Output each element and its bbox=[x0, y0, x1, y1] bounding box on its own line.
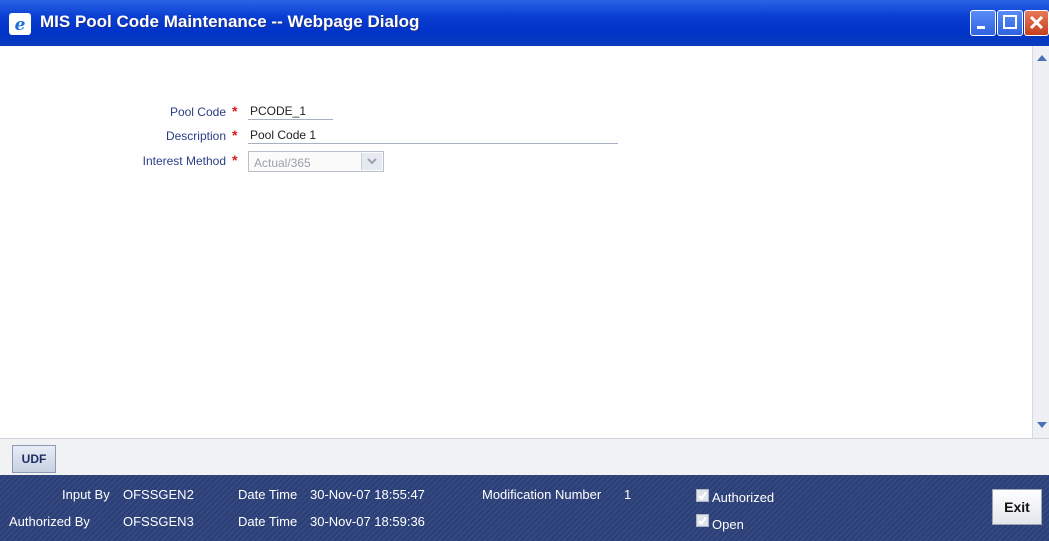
description-underline bbox=[248, 143, 618, 144]
title-bar[interactable]: e MIS Pool Code Maintenance -- Webpage D… bbox=[0, 0, 1049, 46]
scroll-up-arrow-icon[interactable] bbox=[1035, 52, 1049, 64]
authorized-checkbox-label: Authorized bbox=[712, 490, 775, 505]
modification-number-label: Modification Number bbox=[482, 487, 602, 502]
auth-datetime-value: 30-Nov-07 18:59:36 bbox=[310, 514, 425, 529]
modification-number-value: 1 bbox=[624, 487, 632, 502]
window-title: MIS Pool Code Maintenance -- Webpage Dia… bbox=[40, 12, 420, 31]
checkmark-icon bbox=[698, 516, 707, 526]
interest-method-required-mark: * bbox=[232, 152, 238, 168]
audit-footer bbox=[0, 475, 1049, 541]
maximize-icon bbox=[1003, 15, 1017, 29]
exit-button[interactable]: Exit bbox=[992, 489, 1042, 525]
open-checkbox[interactable] bbox=[696, 514, 709, 527]
input-by-value: OFSSGEN2 bbox=[123, 487, 194, 502]
maximize-button[interactable] bbox=[997, 10, 1023, 36]
checkmark-icon bbox=[698, 491, 707, 501]
svg-text:e: e bbox=[15, 15, 26, 35]
pool-code-required-mark: * bbox=[232, 103, 238, 119]
udf-button[interactable]: UDF bbox=[12, 445, 56, 473]
description-label: Description bbox=[165, 129, 226, 143]
authorized-by-label: Authorized By bbox=[9, 514, 90, 529]
close-button[interactable] bbox=[1024, 10, 1049, 36]
authorized-checkbox[interactable] bbox=[696, 489, 709, 502]
vertical-scrollbar[interactable] bbox=[1032, 46, 1049, 438]
pool-code-field[interactable]: PCODE_1 bbox=[250, 104, 306, 118]
minimize-button[interactable] bbox=[970, 10, 996, 36]
open-checkbox-label: Open bbox=[712, 517, 744, 532]
ie-icon: e bbox=[9, 13, 31, 35]
udf-toolbar bbox=[0, 438, 1049, 475]
description-field[interactable]: Pool Code 1 bbox=[250, 128, 316, 142]
input-datetime-value: 30-Nov-07 18:55:47 bbox=[310, 487, 425, 502]
description-required-mark: * bbox=[232, 127, 238, 143]
close-icon bbox=[1029, 15, 1044, 30]
pool-code-label: Pool Code bbox=[169, 105, 226, 119]
scroll-down-arrow-icon[interactable] bbox=[1035, 419, 1049, 431]
pool-code-underline bbox=[248, 119, 333, 120]
interest-method-select[interactable]: Actual/365 bbox=[248, 151, 384, 172]
input-datetime-label: Date Time bbox=[238, 487, 298, 502]
input-by-label: Input By bbox=[62, 487, 110, 502]
auth-datetime-label: Date Time bbox=[238, 514, 298, 529]
authorized-by-value: OFSSGEN3 bbox=[123, 514, 194, 529]
minimize-icon bbox=[977, 26, 985, 29]
interest-method-value: Actual/365 bbox=[254, 156, 311, 170]
interest-method-label: Interest Method bbox=[142, 154, 226, 168]
chevron-down-icon[interactable] bbox=[361, 153, 382, 170]
